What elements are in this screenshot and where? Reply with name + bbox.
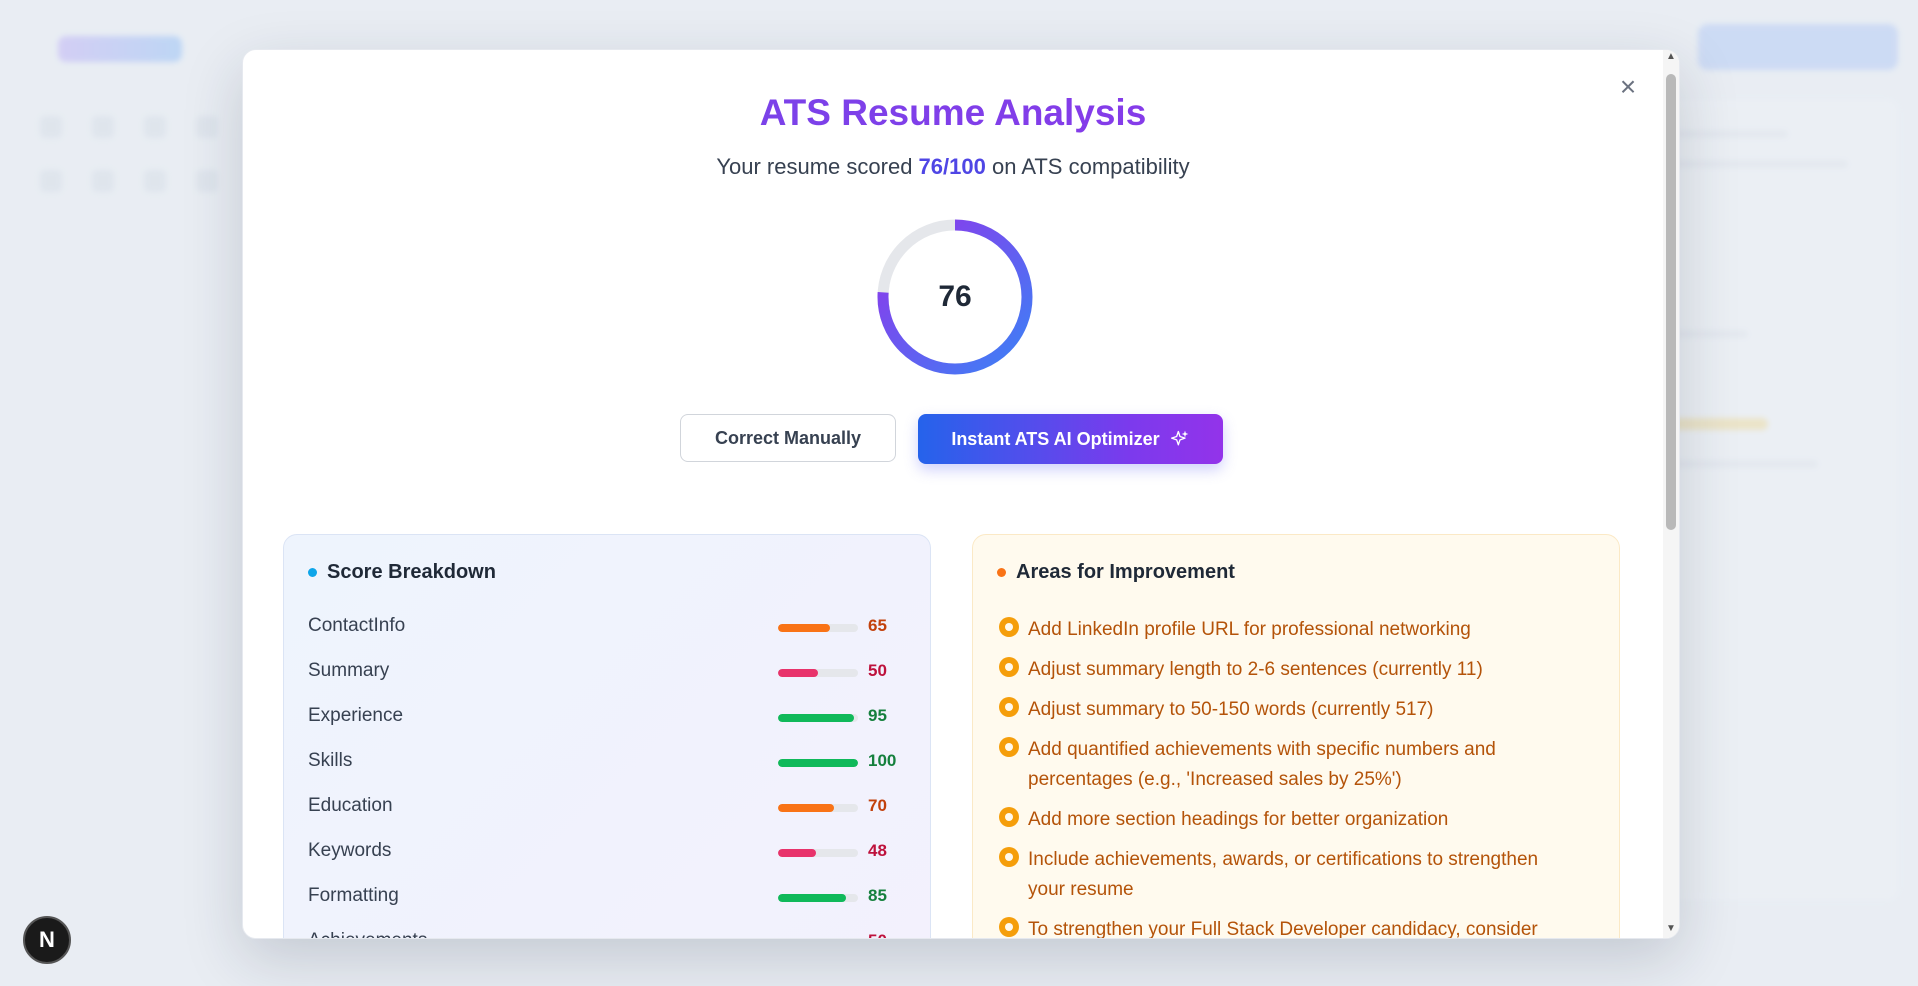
modal-subtitle: Your resume scored 76/100 on ATS compati… xyxy=(716,154,1190,179)
score-row: Keywords 48 xyxy=(308,840,898,870)
bullet-circle-icon xyxy=(999,847,1019,867)
improvement-text: Adjust summary to 50-150 words (currentl… xyxy=(1028,699,1434,720)
score-row-fill xyxy=(778,894,846,902)
score-breakdown-title: Score Breakdown xyxy=(327,561,496,583)
score-row-track xyxy=(778,759,858,767)
score-breakdown-header: Score Breakdown xyxy=(308,561,496,584)
score-row-value: 50 xyxy=(868,661,887,680)
score-row-value: 50 xyxy=(868,931,887,938)
score-row-fill xyxy=(778,714,854,722)
score-row-fill xyxy=(778,804,834,812)
score-row-value: 65 xyxy=(868,616,887,635)
score-row-value: 95 xyxy=(868,706,887,725)
correct-manually-button[interactable]: Correct Manually xyxy=(680,414,896,462)
improvement-text: Adjust summary length to 2-6 sentences (… xyxy=(1028,659,1483,680)
score-row-track xyxy=(778,624,858,632)
improvements-header: Areas for Improvement xyxy=(997,561,1235,584)
score-row: Education 70 xyxy=(308,795,898,825)
score-row-label: Formatting xyxy=(308,885,399,906)
dev-badge[interactable]: N xyxy=(23,916,71,964)
blue-dot-icon xyxy=(308,568,317,577)
score-row-track xyxy=(778,894,858,902)
score-row-label: ContactInfo xyxy=(308,615,406,636)
score-row-track xyxy=(778,714,858,722)
score-row-value: 48 xyxy=(868,841,887,860)
score-row-label: Keywords xyxy=(308,840,392,861)
score-row-fill xyxy=(778,669,818,677)
score-row-label: Experience xyxy=(308,705,404,726)
modal-title: ATS Resume Analysis xyxy=(243,92,1663,134)
score-row-label: Summary xyxy=(308,660,390,681)
bullet-circle-icon xyxy=(999,917,1019,937)
scroll-thumb[interactable] xyxy=(1666,74,1676,530)
score-row-track xyxy=(778,849,858,857)
improvements-title: Areas for Improvement xyxy=(1016,561,1235,583)
score-row-value: 100 xyxy=(868,751,897,770)
score-row: Achievements 50 xyxy=(308,930,898,938)
score-breakdown-panel: Score Breakdown ContactInfo 65 Summary 50 Ex… xyxy=(283,534,931,938)
bullet-circle-icon xyxy=(999,807,1019,827)
score-row: ContactInfo 65 xyxy=(308,615,898,645)
improvement-text: Add quantified achievements with specifi… xyxy=(1028,739,1496,790)
ai-optimizer-button[interactable]: Instant ATS AI Optimizer xyxy=(918,414,1223,464)
score-row-label: Achievements xyxy=(308,930,427,938)
modal-scrollbar[interactable]: ▲ ▼ xyxy=(1663,50,1679,938)
improvement-text: To strengthen your Full Stack Developer … xyxy=(1028,919,1538,939)
scroll-up-icon[interactable]: ▲ xyxy=(1666,52,1676,62)
score-row-value: 85 xyxy=(868,886,887,905)
ats-analysis-modal: × ATS Resume Analysis Your resume scored… xyxy=(242,49,1680,939)
score-row: Experience 95 xyxy=(308,705,898,735)
improvement-text: Add LinkedIn profile URL for professiona… xyxy=(1028,619,1471,640)
score-row: Summary 50 xyxy=(308,660,898,690)
score-row-label: Education xyxy=(308,795,393,816)
sparkles-icon xyxy=(1170,430,1189,446)
score-row-fill xyxy=(778,759,858,767)
improvement-text: Include achievements, awards, or certifi… xyxy=(1028,849,1539,900)
bullet-circle-icon xyxy=(999,697,1019,717)
bullet-circle-icon xyxy=(999,737,1019,757)
score-row-value: 70 xyxy=(868,796,887,815)
improvement-text: Add more section headings for better org… xyxy=(1028,809,1449,830)
score-row: Formatting 85 xyxy=(308,885,898,915)
ai-optimizer-label: Instant ATS AI Optimizer xyxy=(951,428,1160,449)
bullet-circle-icon xyxy=(999,657,1019,677)
score-highlight: 76/100 xyxy=(918,154,986,179)
score-row-track xyxy=(778,804,858,812)
bullet-circle-icon xyxy=(999,617,1019,637)
score-row-track xyxy=(778,669,858,677)
score-row-fill xyxy=(778,849,817,857)
score-row-label: Skills xyxy=(308,750,353,771)
improvements-panel: Areas for Improvement Add LinkedIn profi… xyxy=(972,534,1620,939)
scroll-down-icon[interactable]: ▼ xyxy=(1666,924,1676,934)
score-row-fill xyxy=(778,624,830,632)
score-row: Skills 100 xyxy=(308,750,898,780)
score-value: 76 xyxy=(938,280,972,313)
orange-dot-icon xyxy=(997,568,1006,577)
